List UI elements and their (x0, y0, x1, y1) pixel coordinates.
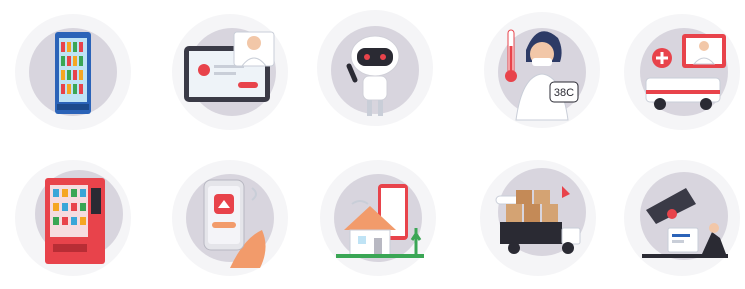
tile-thermometer-woman: 38C (482, 10, 602, 130)
vending-fridge-icon (15, 14, 131, 130)
cctv-security-icon (624, 160, 740, 276)
telemedicine-tablet-icon (172, 14, 288, 130)
tile-vending-fridge (13, 12, 133, 132)
temperature-label: 38C (554, 87, 574, 99)
tile-smart-home-phone (170, 158, 290, 278)
tile-ambulance (622, 12, 742, 132)
tile-robot (315, 8, 435, 128)
smart-house-icon (320, 160, 436, 276)
tile-delivery-truck (478, 158, 598, 278)
delivery-truck-icon (480, 160, 596, 276)
tile-cctv-security (622, 158, 742, 278)
tile-telemedicine (170, 12, 290, 132)
thermometer-woman-icon: 38C (484, 12, 600, 128)
ambulance-doctor-icon (624, 14, 740, 130)
tile-smart-house (318, 158, 438, 278)
robot-icon (317, 10, 433, 126)
smart-home-phone-icon (172, 160, 288, 276)
vending-machine-icon (15, 160, 131, 276)
tile-vending-machine (13, 158, 133, 278)
